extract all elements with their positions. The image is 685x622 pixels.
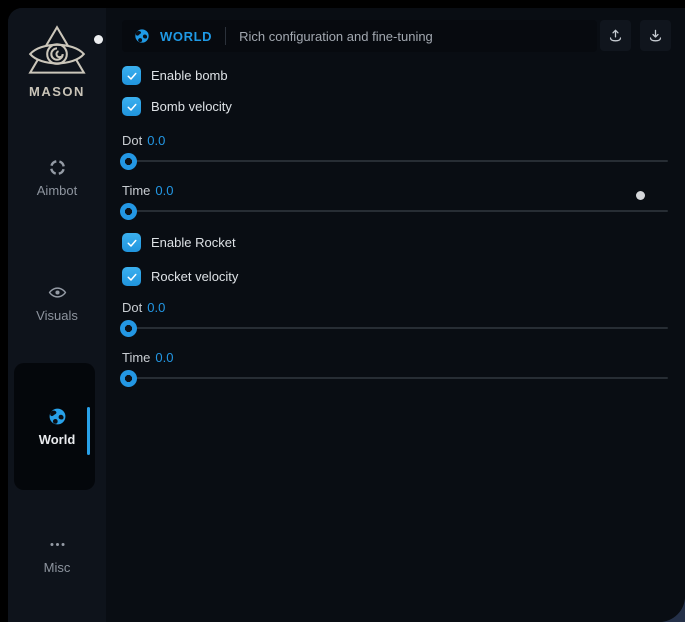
cursor-dot bbox=[636, 191, 645, 200]
checkbox-row-enable-bomb: Enable bomb bbox=[122, 66, 228, 85]
upload-icon bbox=[607, 27, 624, 44]
cursor-dot bbox=[94, 35, 103, 44]
time-slider-track[interactable] bbox=[122, 210, 668, 212]
slider-name: Dot bbox=[122, 300, 142, 315]
dot-slider-track[interactable] bbox=[122, 160, 668, 162]
slider-value: 0.0 bbox=[147, 133, 165, 148]
sidebar-item-aimbot[interactable]: Aimbot bbox=[8, 158, 106, 198]
slider-value: 0.0 bbox=[155, 183, 173, 198]
checkbox-label: Enable Rocket bbox=[151, 235, 236, 250]
sidebar-item-misc[interactable]: Misc bbox=[8, 535, 106, 575]
slider-label-dot: Dot 0.0 bbox=[122, 300, 165, 315]
dot-slider-thumb[interactable] bbox=[120, 320, 137, 337]
upload-config-button[interactable] bbox=[600, 20, 631, 51]
enable-bomb-checkbox[interactable] bbox=[122, 66, 141, 85]
check-icon bbox=[126, 237, 138, 249]
slider-value: 0.0 bbox=[147, 300, 165, 315]
main-panel: WORLD Rich configuration and fine-tuning… bbox=[106, 8, 685, 622]
slider-label-time: Time 0.0 bbox=[122, 350, 173, 365]
sidebar-item-visuals[interactable]: Visuals bbox=[8, 283, 106, 323]
page-title: WORLD bbox=[160, 29, 212, 44]
page-header: WORLD Rich configuration and fine-tuning bbox=[122, 20, 597, 52]
eye-icon bbox=[48, 283, 67, 302]
globe-icon bbox=[48, 407, 67, 426]
check-icon bbox=[126, 271, 138, 283]
mason-logo: MASON bbox=[8, 24, 106, 99]
checkbox-row-bomb-velocity: Bomb velocity bbox=[122, 97, 232, 116]
time-slider-track[interactable] bbox=[122, 377, 668, 379]
checkbox-label: Bomb velocity bbox=[151, 99, 232, 114]
mason-window: MASON Aimbot Visuals World Misc bbox=[8, 8, 685, 622]
checkbox-label: Rocket velocity bbox=[151, 269, 238, 284]
sidebar-item-label: World bbox=[8, 432, 106, 447]
sidebar-item-world[interactable]: World bbox=[8, 407, 106, 447]
dot-slider-track[interactable] bbox=[122, 327, 668, 329]
mason-eye-triangle-icon bbox=[24, 24, 90, 80]
download-config-button[interactable] bbox=[640, 20, 671, 51]
enable-rocket-checkbox[interactable] bbox=[122, 233, 141, 252]
time-slider-thumb[interactable] bbox=[120, 370, 137, 387]
check-icon bbox=[126, 101, 138, 113]
sidebar-item-label: Visuals bbox=[8, 308, 106, 323]
slider-name: Dot bbox=[122, 133, 142, 148]
checkbox-row-rocket-velocity: Rocket velocity bbox=[122, 267, 238, 286]
globe-icon bbox=[134, 28, 150, 44]
checkbox-row-enable-rocket: Enable Rocket bbox=[122, 233, 236, 252]
slider-label-time: Time 0.0 bbox=[122, 183, 173, 198]
check-icon bbox=[126, 70, 138, 82]
screen: MASON Aimbot Visuals World Misc bbox=[0, 0, 685, 622]
sidebar-item-label: Misc bbox=[8, 560, 106, 575]
checkbox-label: Enable bomb bbox=[151, 68, 228, 83]
slider-name: Time bbox=[122, 350, 150, 365]
header-divider bbox=[225, 27, 226, 45]
active-nav-indicator bbox=[87, 407, 90, 455]
rocket-velocity-checkbox[interactable] bbox=[122, 267, 141, 286]
bomb-velocity-checkbox[interactable] bbox=[122, 97, 141, 116]
slider-value: 0.0 bbox=[155, 350, 173, 365]
ellipsis-icon bbox=[48, 535, 67, 554]
page-subtitle: Rich configuration and fine-tuning bbox=[239, 29, 433, 44]
time-slider-thumb[interactable] bbox=[120, 203, 137, 220]
crosshair-icon bbox=[48, 158, 67, 177]
slider-label-dot: Dot 0.0 bbox=[122, 133, 165, 148]
sidebar: MASON Aimbot Visuals World Misc bbox=[8, 8, 106, 622]
sidebar-item-label: Aimbot bbox=[8, 183, 106, 198]
download-icon bbox=[647, 27, 664, 44]
brand-name: MASON bbox=[8, 84, 106, 99]
slider-name: Time bbox=[122, 183, 150, 198]
dot-slider-thumb[interactable] bbox=[120, 153, 137, 170]
